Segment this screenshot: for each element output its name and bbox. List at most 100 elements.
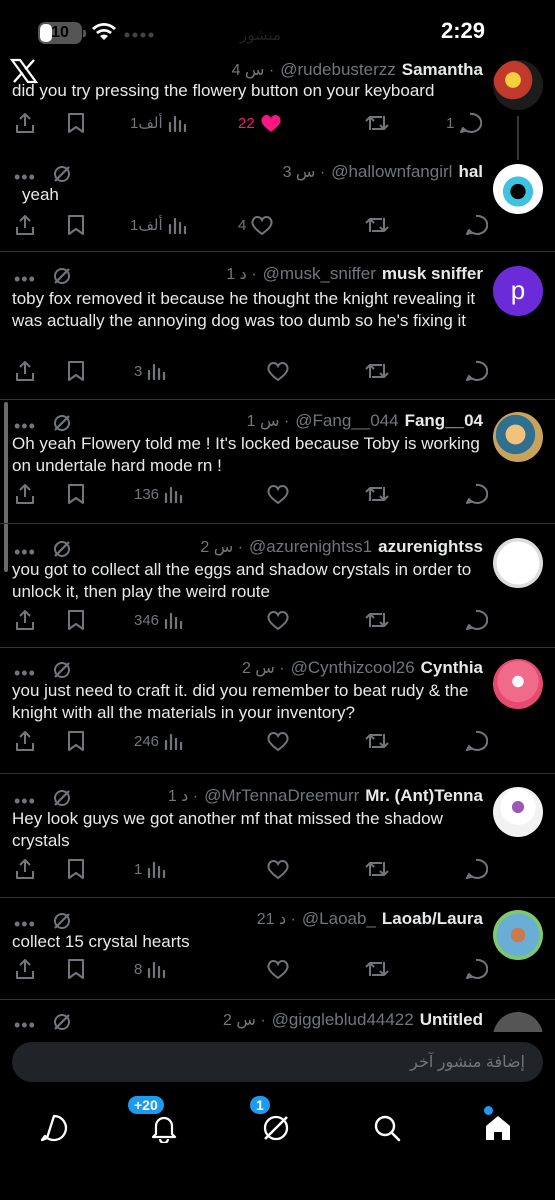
bookmark-button[interactable] bbox=[66, 726, 86, 756]
grok-explain-button[interactable] bbox=[52, 1012, 72, 1032]
reply-tweet[interactable]: Mr. (Ant)Tenna @MrTennaDreemurr 1 د · ••… bbox=[0, 774, 555, 898]
avatar[interactable] bbox=[493, 787, 543, 837]
author-name[interactable]: Laoab/Laura bbox=[382, 909, 483, 929]
retweet-button[interactable] bbox=[360, 108, 390, 138]
author-name[interactable]: Cynthia bbox=[421, 658, 483, 678]
reply-tweet[interactable]: p musk sniffer @musk_sniffer 1 د · ••• t… bbox=[0, 252, 555, 400]
reply-button[interactable] bbox=[460, 210, 488, 240]
avatar[interactable] bbox=[493, 60, 543, 110]
more-options-icon[interactable]: ••• bbox=[14, 915, 36, 933]
reply-tweet[interactable]: Untitled @giggleblud44422 2 س · ••• bbox=[0, 1000, 555, 1032]
bookmark-button[interactable] bbox=[66, 108, 86, 138]
bookmark-button[interactable] bbox=[66, 605, 86, 635]
author-handle[interactable]: @giggleblud44422 bbox=[272, 1010, 414, 1030]
avatar[interactable] bbox=[493, 1012, 543, 1032]
retweet-button[interactable] bbox=[360, 854, 390, 884]
share-button[interactable] bbox=[14, 726, 36, 756]
retweet-button[interactable] bbox=[360, 954, 390, 984]
retweet-button[interactable] bbox=[360, 479, 390, 509]
bookmark-button[interactable] bbox=[66, 356, 86, 386]
bookmark-button[interactable] bbox=[66, 854, 86, 884]
views-button[interactable]: 346 bbox=[134, 605, 183, 635]
like-button[interactable] bbox=[262, 954, 290, 984]
author-handle[interactable]: @azurenightss1 bbox=[249, 537, 372, 557]
like-button[interactable] bbox=[262, 854, 290, 884]
author-name[interactable]: azurenightss bbox=[378, 537, 483, 557]
more-options-icon[interactable]: ••• bbox=[14, 168, 36, 186]
share-button[interactable] bbox=[14, 605, 36, 635]
author-name[interactable]: Samantha bbox=[402, 60, 483, 80]
author-name[interactable]: Mr. (Ant)Tenna bbox=[365, 786, 483, 806]
author-name[interactable]: Untitled bbox=[420, 1010, 483, 1030]
author-name[interactable]: hal bbox=[458, 162, 483, 182]
share-button[interactable] bbox=[14, 954, 36, 984]
reply-button[interactable] bbox=[460, 854, 488, 884]
like-button[interactable] bbox=[262, 479, 290, 509]
more-options-icon[interactable]: ••• bbox=[14, 1016, 36, 1033]
more-options-icon[interactable]: ••• bbox=[14, 792, 36, 810]
avatar[interactable] bbox=[493, 164, 543, 214]
nav-messages[interactable] bbox=[34, 1108, 74, 1148]
reply-button[interactable] bbox=[460, 479, 488, 509]
author-handle[interactable]: @hallownfangirl bbox=[331, 162, 452, 182]
retweet-button[interactable] bbox=[360, 210, 390, 240]
retweet-button[interactable] bbox=[360, 726, 390, 756]
share-button[interactable] bbox=[14, 356, 36, 386]
author-name[interactable]: Fang__04 bbox=[405, 411, 483, 431]
author-handle[interactable]: @Cynthizcool26 bbox=[291, 658, 415, 678]
more-options-icon[interactable]: ••• bbox=[14, 664, 36, 682]
reply-button[interactable] bbox=[460, 356, 488, 386]
views-button[interactable]: 1ألف bbox=[130, 108, 187, 138]
like-button[interactable] bbox=[262, 605, 290, 635]
author-handle[interactable]: @rudebusterzz bbox=[280, 60, 396, 80]
avatar[interactable] bbox=[493, 412, 543, 462]
like-button[interactable]: 4 bbox=[238, 210, 274, 240]
reply-tweet[interactable]: Cynthia @Cynthizcool26 2 س · ••• you jus… bbox=[0, 648, 555, 774]
share-button[interactable] bbox=[14, 854, 36, 884]
replies-feed[interactable]: Samantha @rudebusterzz 4 س · did you try… bbox=[0, 52, 555, 1032]
reply-button[interactable] bbox=[460, 726, 488, 756]
reply-composer[interactable]: إضافة منشور آخر bbox=[12, 1042, 543, 1082]
retweet-button[interactable] bbox=[360, 356, 390, 386]
views-button[interactable]: 1ألف bbox=[130, 210, 187, 240]
views-button[interactable]: 246 bbox=[134, 726, 183, 756]
views-button[interactable]: 3 bbox=[134, 356, 166, 386]
share-button[interactable] bbox=[14, 210, 36, 240]
nav-home[interactable] bbox=[478, 1106, 518, 1148]
reply-tweet[interactable]: Laoab/Laura @Laoab_ 21 د · ••• collect 1… bbox=[0, 898, 555, 1000]
author-handle[interactable]: @Fang__044 bbox=[295, 411, 398, 431]
author-handle[interactable]: @musk_sniffer bbox=[263, 264, 376, 284]
reply-button[interactable] bbox=[460, 954, 488, 984]
reply-tweet[interactable]: Fang__04 @Fang__044 1 س · ••• Oh yeah Fl… bbox=[0, 400, 555, 524]
author-name[interactable]: musk sniffer bbox=[382, 264, 483, 284]
reply-tweet[interactable]: Samantha @rudebusterzz 4 س · did you try… bbox=[0, 52, 555, 160]
share-button[interactable] bbox=[14, 108, 36, 138]
avatar[interactable]: p bbox=[493, 266, 543, 316]
reply-tweet[interactable]: azurenightss @azurenightss1 2 س · ••• yo… bbox=[0, 524, 555, 648]
avatar[interactable] bbox=[493, 910, 543, 960]
views-button[interactable]: 1 bbox=[134, 854, 166, 884]
like-button[interactable] bbox=[262, 356, 290, 386]
like-button[interactable] bbox=[262, 726, 290, 756]
nav-search[interactable] bbox=[367, 1108, 407, 1148]
bookmark-button[interactable] bbox=[66, 479, 86, 509]
author-handle[interactable]: @MrTennaDreemurr bbox=[204, 786, 359, 806]
more-options-icon[interactable]: ••• bbox=[14, 417, 36, 435]
avatar[interactable] bbox=[493, 538, 543, 588]
like-button[interactable]: 22 bbox=[238, 108, 283, 138]
retweet-button[interactable] bbox=[360, 605, 390, 635]
bookmark-button[interactable] bbox=[66, 954, 86, 984]
reply-button[interactable] bbox=[460, 605, 488, 635]
more-options-icon[interactable]: ••• bbox=[14, 543, 36, 561]
views-button[interactable]: 136 bbox=[134, 479, 183, 509]
more-options-icon[interactable]: ••• bbox=[14, 270, 36, 288]
share-button[interactable] bbox=[14, 479, 36, 509]
reply-button[interactable]: 1 bbox=[446, 108, 483, 138]
author-handle[interactable]: @Laoab_ bbox=[302, 909, 376, 929]
nav-notifications[interactable]: +20 bbox=[126, 1094, 184, 1148]
avatar[interactable] bbox=[493, 659, 543, 709]
bookmark-button[interactable] bbox=[66, 210, 86, 240]
views-button[interactable]: 8 bbox=[134, 954, 166, 984]
reply-tweet[interactable]: hal @hallownfangirl 3 س · ••• yeah 1ألف … bbox=[0, 152, 555, 252]
nav-grok[interactable]: 1 bbox=[248, 1094, 296, 1148]
